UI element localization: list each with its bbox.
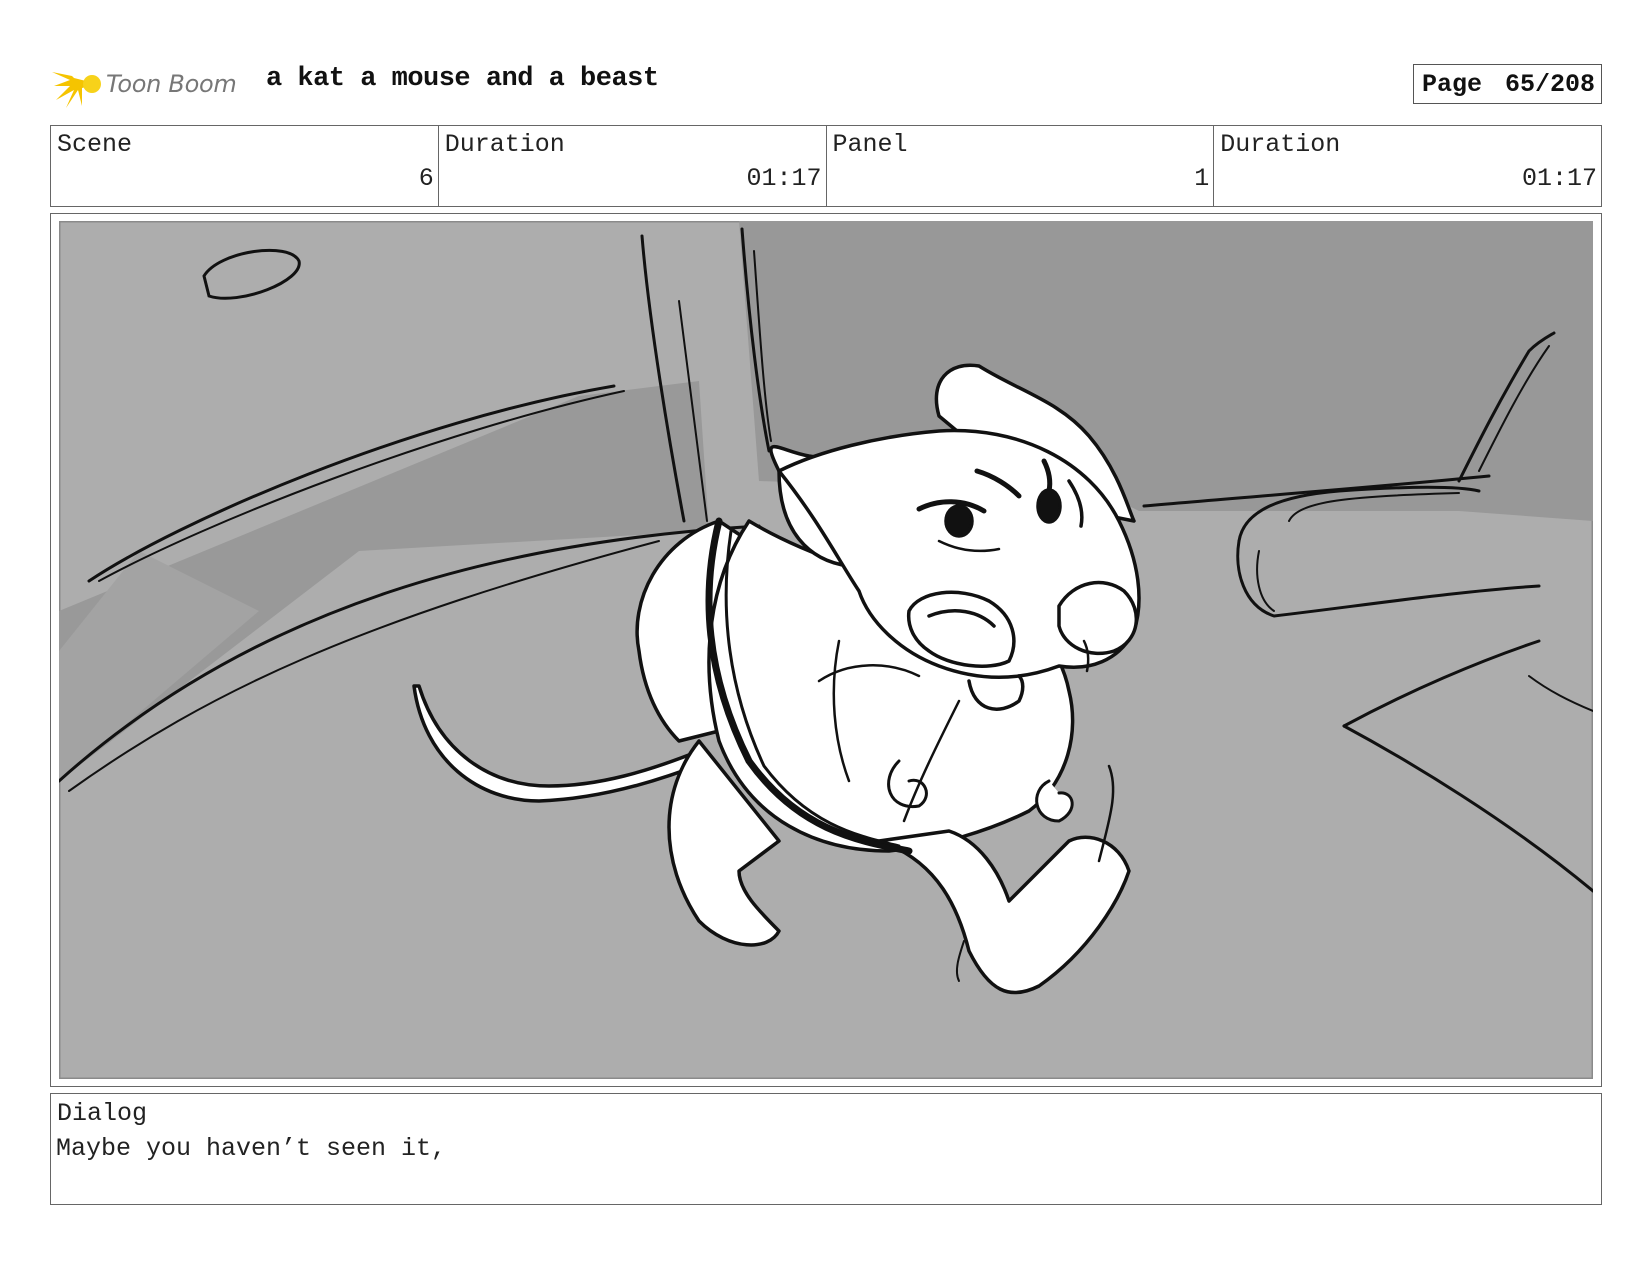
panel-value: 1 — [1194, 164, 1210, 193]
logo-text: Toon Boom — [106, 70, 237, 98]
scene-info-row: Scene 6 Duration 01:17 Panel 1 Duration … — [50, 125, 1602, 207]
panel-duration-value: 01:17 — [1521, 164, 1597, 193]
toon-boom-logo: Toon Boom — [52, 56, 252, 112]
panel-cell: Panel 1 — [827, 126, 1215, 206]
panel-duration-cell: Duration 01:17 — [1214, 126, 1601, 206]
panel-duration-label: Duration — [1220, 130, 1341, 159]
page-number: 65/208 — [1504, 69, 1595, 99]
project-title: a kat a mouse and a beast — [266, 64, 659, 94]
page-label: Page — [1422, 69, 1483, 99]
dialog-text: Maybe you haven’t seen it, — [56, 1134, 447, 1163]
storyboard-sketch — [59, 221, 1593, 1079]
dialog-box: Dialog Maybe you haven’t seen it, — [50, 1093, 1602, 1205]
scene-label: Scene — [57, 130, 133, 159]
page-indicator: Page 65/208 — [1413, 64, 1602, 104]
scene-duration-value: 01:17 — [746, 164, 822, 193]
scene-value: 6 — [418, 164, 434, 193]
dialog-label: Dialog — [57, 1099, 148, 1128]
storyboard-panel-frame — [50, 213, 1602, 1087]
scene-cell: Scene 6 — [51, 126, 439, 206]
starburst-logo-icon — [52, 62, 101, 108]
panel-label: Panel — [832, 130, 908, 159]
scene-duration-cell: Duration 01:17 — [439, 126, 827, 206]
scene-duration-label: Duration — [444, 130, 565, 159]
